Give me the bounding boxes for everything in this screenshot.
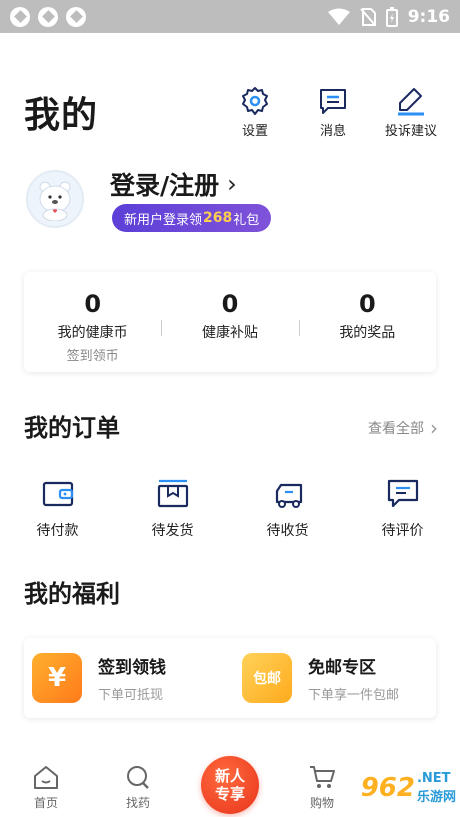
chevron-right-icon: › [430, 416, 438, 440]
stats-card: 0 我的健康币 签到领币 0 健康补贴 0 我的奖品 [24, 272, 436, 372]
orders-section-title: 我的订单 [24, 414, 120, 442]
search-icon [127, 766, 149, 789]
messages-label: 消息 [319, 124, 346, 139]
login-register-label: 登录/注册 [110, 171, 220, 200]
order-label: 待发货 [151, 523, 194, 539]
edit-pen-icon [398, 88, 424, 116]
settings-label: 设置 [241, 124, 268, 139]
stat-health-subsidy[interactable]: 0 健康补贴 [161, 272, 298, 342]
status-notification-icons [10, 6, 86, 27]
stat-label: 我的奖品 [339, 325, 396, 341]
order-pending-payment[interactable]: 待付款 [0, 478, 115, 540]
order-pending-review[interactable]: 待评价 [345, 478, 460, 540]
benefit-subtitle: 下单可抵现 [98, 688, 164, 703]
nav-cart[interactable]: 购物 [276, 752, 368, 811]
cart-icon [310, 766, 335, 788]
benefits-section-title: 我的福利 [24, 580, 120, 608]
order-status-row: 待付款 待发货 待收货 待评价 [0, 478, 460, 540]
benefit-title: 签到领钱 [98, 658, 166, 678]
view-all-label: 查看全部 [368, 421, 424, 437]
settings-button[interactable]: 设置 [226, 86, 284, 139]
order-label: 待收货 [266, 523, 309, 539]
benefit-free-shipping[interactable]: 包邮 免邮专区 下单享一件包邮 [226, 638, 436, 718]
yuan-icon: ¥ [32, 653, 82, 703]
package-icon [157, 479, 188, 508]
feedback-button[interactable]: 投诉建议 [382, 86, 440, 139]
nav-label: 首页 [33, 796, 58, 810]
nav-find-medicine[interactable]: 找药 [92, 752, 184, 811]
promo-suffix: 礼包 [233, 212, 260, 228]
promo-amount: 268 [203, 210, 233, 226]
stat-value: 0 [221, 290, 239, 318]
avatar[interactable] [26, 170, 84, 228]
message-icon [320, 89, 346, 114]
stat-health-coins[interactable]: 0 我的健康币 签到领币 [24, 272, 161, 364]
benefit-subtitle: 下单享一件包邮 [308, 688, 400, 703]
order-pending-shipment[interactable]: 待发货 [115, 478, 230, 540]
order-label: 待付款 [36, 523, 79, 539]
gear-icon [242, 87, 268, 115]
order-pending-receipt[interactable]: 待收货 [230, 478, 345, 540]
view-all-orders-link[interactable]: 查看全部 › [368, 416, 438, 440]
review-icon [387, 479, 418, 508]
stat-subtext: 签到领币 [66, 349, 119, 364]
feedback-label: 投诉建议 [384, 124, 437, 139]
battery-charging-icon [385, 6, 398, 27]
header-actions: 设置 消息 投诉建议 [226, 86, 440, 139]
home-icon [34, 766, 58, 789]
status-bar: 9:16 [0, 0, 460, 33]
bottom-nav: 首页 找药 新人 专享 购物 [0, 752, 460, 817]
truck-icon [275, 483, 302, 508]
notification-icon [10, 6, 30, 27]
badge-line1: 新人 [214, 767, 245, 785]
benefit-sign-in-cash[interactable]: ¥ 签到领钱 下单可抵现 [24, 638, 226, 718]
promo-prefix: 新用户登录领 [124, 212, 203, 228]
nav-label: 找药 [125, 796, 150, 810]
stat-value: 0 [84, 290, 102, 318]
benefits-card: ¥ 签到领钱 下单可抵现 包邮 免邮专区 下单享一件包邮 [24, 638, 436, 718]
no-sim-icon [359, 7, 376, 26]
status-time: 9:16 [407, 6, 450, 27]
stat-value: 0 [358, 290, 376, 318]
new-user-promo-badge[interactable]: 新用户登录领 268 礼包 [112, 204, 272, 232]
nav-home[interactable]: 首页 [0, 752, 92, 811]
stat-label: 我的健康币 [57, 325, 128, 341]
page-title: 我的 [24, 95, 99, 136]
new-user-badge: 新人 专享 [201, 756, 259, 814]
benefit-title: 免邮专区 [308, 658, 376, 678]
nav-label: 购物 [309, 796, 334, 810]
stat-label: 健康补贴 [201, 325, 258, 341]
free-shipping-bag-icon: 包邮 [242, 653, 292, 703]
bear-avatar-icon [39, 181, 71, 221]
badge-line2: 专享 [214, 785, 245, 803]
wallet-icon [42, 481, 73, 507]
chevron-right-icon: › [227, 170, 237, 198]
notification-icon [66, 6, 86, 27]
nav-new-user-exclusive[interactable]: 新人 专享 [184, 752, 276, 814]
messages-button[interactable]: 消息 [304, 86, 362, 139]
wifi-icon [327, 8, 350, 25]
order-label: 待评价 [381, 523, 424, 539]
stat-my-prizes[interactable]: 0 我的奖品 [298, 272, 436, 342]
notification-icon [38, 6, 58, 27]
login-register-link[interactable]: 登录/注册 › [110, 166, 237, 202]
